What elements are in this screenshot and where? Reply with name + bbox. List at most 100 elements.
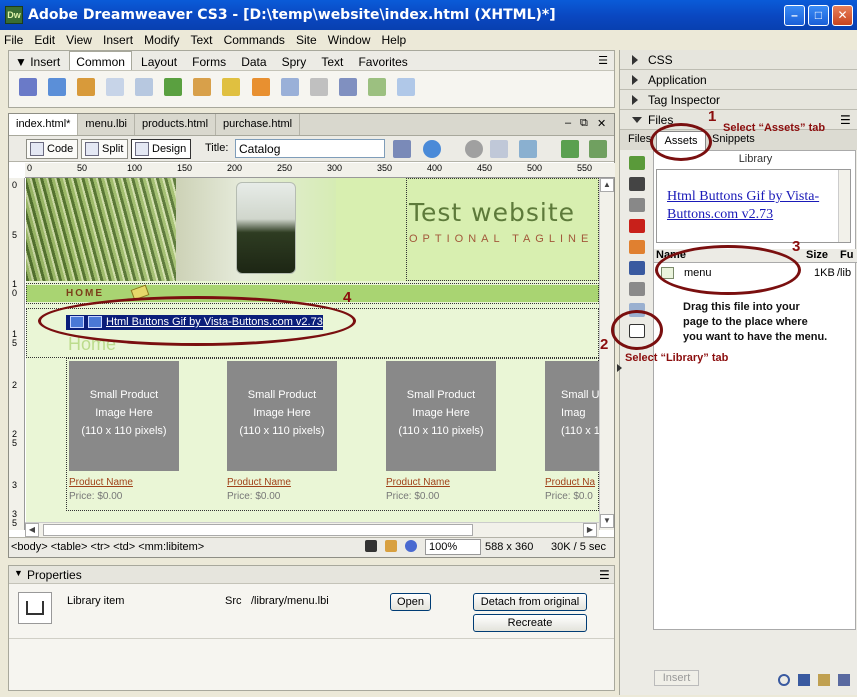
urls-category-icon[interactable] [629, 198, 645, 212]
zoom-tool-icon[interactable] [405, 540, 417, 552]
images-category-icon[interactable] [629, 156, 645, 170]
doc-tab-menu[interactable]: menu.lbi [78, 114, 135, 135]
tag-chooser-icon[interactable] [396, 78, 415, 96]
menu-help[interactable]: Help [378, 30, 411, 47]
comment-icon[interactable] [280, 78, 299, 96]
col-size[interactable]: Size [806, 249, 828, 261]
new-library-item-icon[interactable] [798, 674, 810, 686]
media-icon[interactable] [193, 78, 212, 96]
templates-icon[interactable] [367, 78, 386, 96]
doc-tab-products[interactable]: products.html [135, 114, 217, 135]
menu-insert[interactable]: Insert [99, 30, 137, 47]
tab-snippets[interactable]: Snippets [712, 133, 755, 145]
horizontal-scrollbar[interactable]: ◀ ▶ [25, 522, 599, 537]
window-size[interactable]: 588 x 360 [485, 541, 533, 553]
open-button[interactable]: Open [390, 593, 431, 611]
detach-button[interactable]: Detach from original [473, 593, 587, 611]
refresh-icon[interactable] [465, 140, 483, 158]
shockwave-category-icon[interactable] [629, 240, 645, 254]
product-name-link[interactable]: Product Name [69, 477, 133, 488]
tab-forms[interactable]: Forms [186, 52, 232, 71]
vertical-scrollbar[interactable]: ▲ ▼ [599, 178, 614, 530]
site-title[interactable]: Test website [409, 198, 575, 227]
tab-common[interactable]: Common [69, 51, 132, 70]
tag-selector[interactable]: <body> <table> <tr> <td> <mm:libitem> [11, 541, 204, 553]
table-icon[interactable] [106, 78, 125, 96]
tab-layout[interactable]: Layout [135, 52, 183, 71]
product-image-placeholder[interactable]: Small Product Image Here (110 x 110 pixe… [386, 361, 496, 471]
div-icon[interactable] [135, 78, 154, 96]
col-full-path[interactable]: Fu [840, 249, 853, 261]
nav-home-link[interactable]: HOME [66, 288, 104, 299]
doc-close-icon[interactable]: ✕ [597, 117, 606, 130]
panel-options-icon[interactable]: ☰ [840, 113, 851, 127]
collapse-dock-icon[interactable] [617, 364, 622, 372]
panel-options-icon[interactable]: ☰ [599, 568, 610, 582]
tab-spry[interactable]: Spry [276, 52, 313, 71]
menu-view[interactable]: View [62, 30, 96, 47]
check-browser-icon[interactable] [589, 140, 607, 158]
scripts-category-icon[interactable] [629, 282, 645, 296]
trash-icon[interactable] [838, 674, 850, 686]
menu-text[interactable]: Text [187, 30, 217, 47]
preview-browser-icon[interactable] [423, 140, 441, 158]
movies-category-icon[interactable] [629, 261, 645, 275]
flash-category-icon[interactable] [629, 219, 645, 233]
hyperlink-icon[interactable] [19, 78, 37, 96]
tagline[interactable]: OPTIONAL TAGLINE [409, 233, 593, 245]
insert-panel-label[interactable]: ▼ Insert [9, 52, 66, 71]
minimize-button[interactable]: – [784, 5, 805, 26]
css-panel-group[interactable]: CSS [620, 50, 857, 70]
edit-icon[interactable] [818, 674, 830, 686]
design-view-button[interactable]: Design [131, 139, 192, 159]
tag-inspector-panel-group[interactable]: Tag Inspector [620, 90, 857, 110]
preview-scrollbar[interactable] [838, 170, 850, 242]
script-icon[interactable] [338, 78, 357, 96]
menu-commands[interactable]: Commands [220, 30, 289, 47]
product-name-link[interactable]: Product Name [227, 477, 291, 488]
server-include-icon[interactable] [251, 78, 270, 96]
visual-aids-icon[interactable] [519, 140, 537, 158]
application-panel-group[interactable]: Application [620, 70, 857, 90]
tab-data[interactable]: Data [235, 52, 272, 71]
tab-files[interactable]: Files [628, 133, 651, 145]
scroll-up-icon[interactable]: ▲ [600, 178, 614, 192]
zoom-select[interactable]: 100% [425, 539, 481, 555]
product-name-link[interactable]: Product Na [545, 477, 595, 488]
tab-text[interactable]: Text [315, 52, 349, 71]
scroll-right-icon[interactable]: ▶ [583, 523, 597, 537]
validate-icon[interactable] [561, 140, 579, 158]
refresh-site-list-icon[interactable] [778, 674, 790, 686]
menu-window[interactable]: Window [324, 30, 375, 47]
view-options-icon[interactable] [490, 140, 508, 158]
design-canvas[interactable]: Test website OPTIONAL TAGLINE HOME Html … [26, 178, 599, 522]
doc-restore-icon[interactable]: ⧉ [580, 117, 588, 130]
menu-modify[interactable]: Modify [140, 30, 183, 47]
hand-tool-icon[interactable] [385, 540, 397, 552]
panel-options-icon[interactable]: ☰ [598, 54, 608, 67]
insert-asset-button[interactable]: Insert [654, 670, 699, 686]
scroll-thumb[interactable] [43, 524, 473, 536]
product-name-link[interactable]: Product Name [386, 477, 450, 488]
email-link-icon[interactable] [48, 78, 67, 96]
code-view-button[interactable]: Code [26, 139, 79, 159]
doc-tab-purchase[interactable]: purchase.html [216, 114, 301, 135]
menu-file[interactable]: File [0, 30, 27, 47]
maximize-button[interactable]: □ [808, 5, 829, 26]
menu-site[interactable]: Site [292, 30, 321, 47]
colors-category-icon[interactable] [629, 177, 645, 191]
image-icon[interactable] [164, 78, 183, 96]
properties-header[interactable]: ▼ Properties ☰ [9, 566, 614, 584]
tab-favorites[interactable]: Favorites [352, 52, 413, 71]
date-icon[interactable] [222, 78, 241, 96]
product-image-placeholder[interactable]: Small Product Image Here (110 x 110 pixe… [69, 361, 179, 471]
named-anchor-icon[interactable] [77, 78, 96, 96]
product-image-placeholder[interactable]: Small Product Image Here (110 x 110 pixe… [227, 361, 337, 471]
scroll-left-icon[interactable]: ◀ [25, 523, 39, 537]
recreate-button[interactable]: Recreate [473, 614, 587, 632]
scroll-down-icon[interactable]: ▼ [600, 514, 614, 528]
title-input[interactable]: Catalog [235, 139, 385, 158]
close-button[interactable]: ✕ [832, 5, 853, 26]
doc-tab-index[interactable]: index.html* [9, 114, 79, 135]
product-image-placeholder[interactable]: Small U Imag (110 x 11 [545, 361, 599, 471]
